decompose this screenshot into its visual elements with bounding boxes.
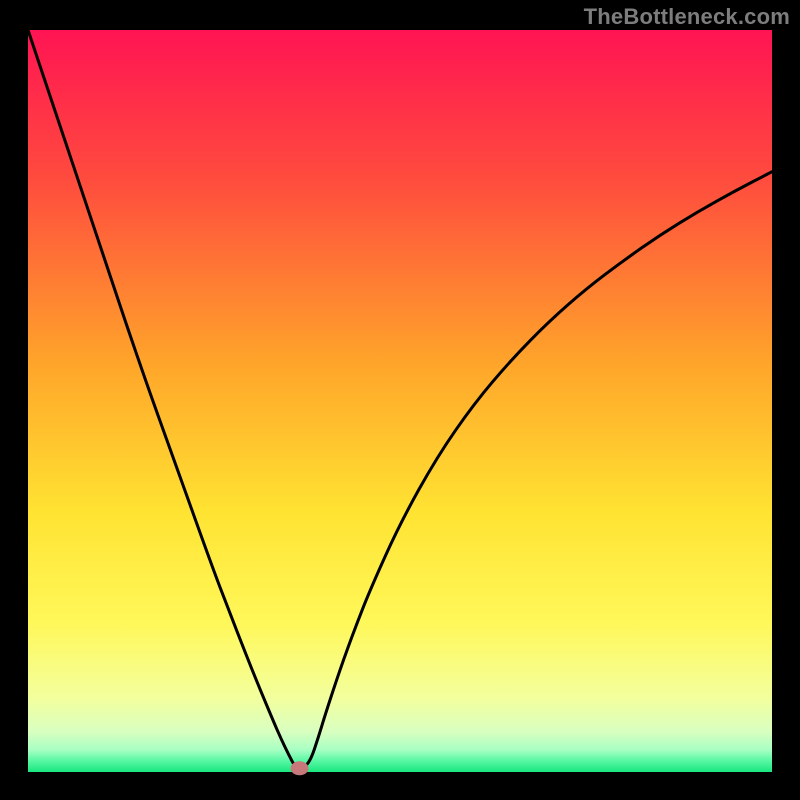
- bottleneck-chart: [0, 0, 800, 800]
- chart-frame: TheBottleneck.com: [0, 0, 800, 800]
- watermark-text: TheBottleneck.com: [584, 4, 790, 30]
- optimal-point-marker: [291, 761, 309, 775]
- chart-gradient-bg: [28, 30, 772, 772]
